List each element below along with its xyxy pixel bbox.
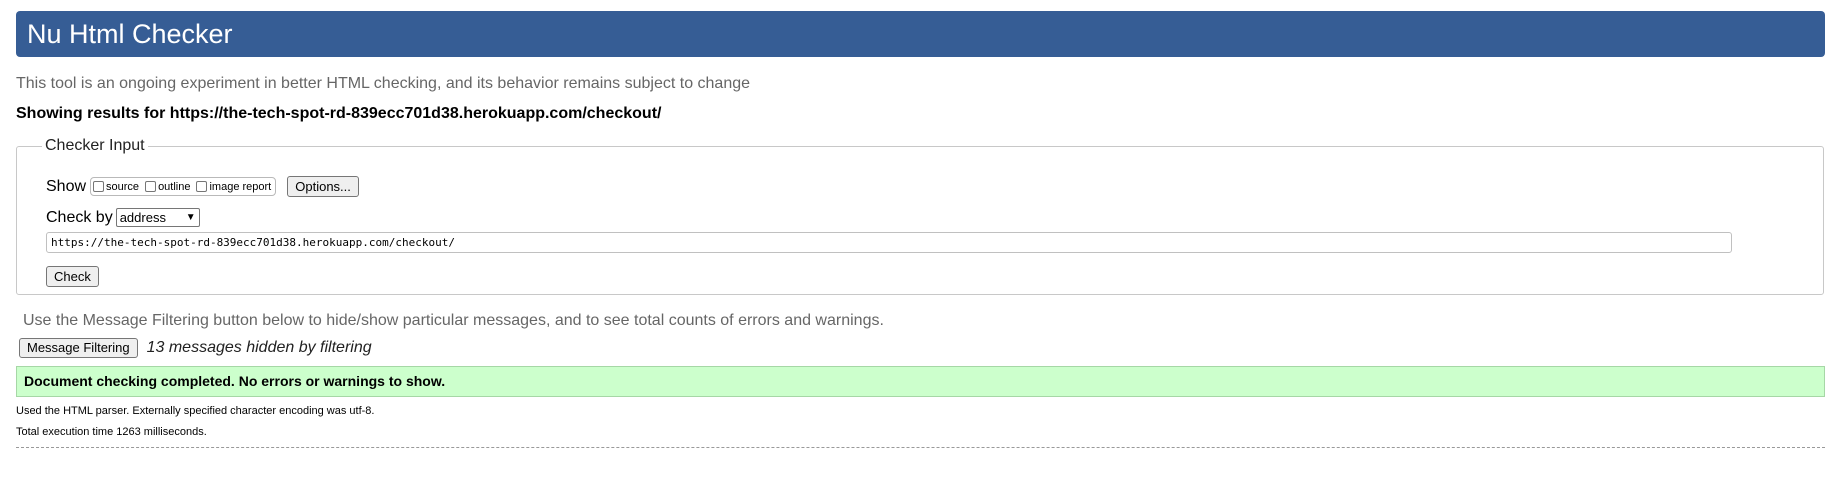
show-row: Show source outline image report Options… — [46, 176, 359, 197]
hidden-messages-count: 13 messages hidden by filtering — [146, 339, 372, 356]
showing-results-heading: Showing results for https://the-tech-spo… — [16, 105, 662, 122]
tagline: This tool is an ongoing experiment in be… — [16, 75, 751, 92]
source-checkbox[interactable] — [93, 181, 105, 192]
outline-checkbox[interactable] — [145, 181, 157, 192]
page-header: Nu Html Checker — [16, 11, 1825, 57]
source-checkbox-label: source — [106, 180, 140, 193]
parser-info: Used the HTML parser. Externally specifi… — [16, 405, 375, 417]
outline-checkbox-label: outline — [158, 180, 191, 193]
check-by-row: Check by address ▼ — [46, 208, 200, 227]
show-source-option[interactable]: source — [93, 181, 139, 193]
check-by-select[interactable]: address ▼ — [115, 208, 200, 227]
divider — [16, 447, 1825, 448]
check-button[interactable]: Check — [46, 266, 99, 287]
checker-input-legend: Checker Input — [45, 137, 145, 154]
checker-input-fieldset: Checker Input Show source outline image … — [16, 137, 1824, 295]
page-title: Nu Html Checker — [27, 19, 233, 49]
show-options-group: source outline image report — [90, 177, 277, 196]
image-report-checkbox-label: image report — [209, 180, 272, 193]
show-image-report-option[interactable]: image report — [196, 181, 271, 193]
url-input[interactable]: https://the-tech-spot-rd-839ecc701d38.he… — [46, 232, 1732, 253]
page: Nu Html Checker This tool is an ongoing … — [0, 0, 1841, 488]
show-label: Show — [46, 177, 87, 195]
chevron-down-icon: ▼ — [185, 211, 196, 223]
check-by-selected-value: address — [119, 210, 166, 225]
message-filtering-button[interactable]: Message Filtering — [19, 338, 138, 358]
result-success-message: Document checking completed. No errors o… — [16, 366, 1825, 397]
message-filtering-row: Message Filtering 13 messages hidden by … — [19, 338, 372, 358]
message-filtering-info: Use the Message Filtering button below t… — [23, 312, 884, 329]
show-outline-option[interactable]: outline — [145, 181, 190, 193]
options-button[interactable]: Options... — [287, 176, 359, 197]
execution-time: Total execution time 1263 milliseconds. — [16, 426, 207, 438]
image-report-checkbox[interactable] — [196, 181, 208, 192]
check-by-label: Check by — [46, 208, 113, 226]
